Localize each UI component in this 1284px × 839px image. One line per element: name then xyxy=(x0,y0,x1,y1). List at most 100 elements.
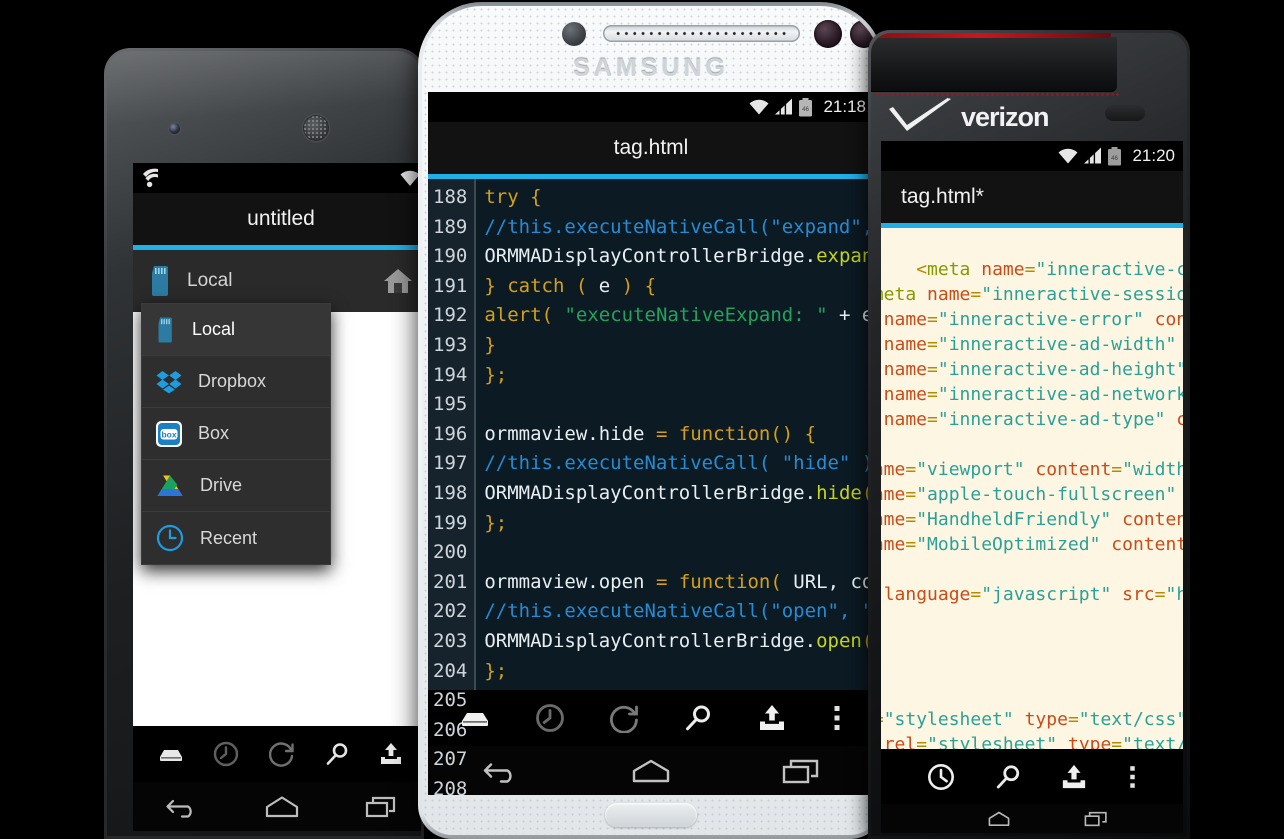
line-number: 190 xyxy=(433,245,468,268)
upload-icon[interactable] xyxy=(378,742,404,766)
dropdown-label: Box xyxy=(198,423,230,443)
right-navbar xyxy=(881,804,1183,833)
right-statusbar: 46 21:20 xyxy=(881,141,1183,171)
dropdown-item-drive[interactable]: Drive xyxy=(142,460,330,512)
undo-icon[interactable] xyxy=(535,703,565,733)
magnifier-icon[interactable] xyxy=(325,742,349,766)
home-pentagon-icon[interactable] xyxy=(629,758,673,784)
code-line: ORMMADisplayControllerBridge.expand(U xyxy=(484,245,874,268)
dropdown-label: Local xyxy=(192,319,236,339)
code-line: }; xyxy=(484,511,508,534)
earpiece-speaker-icon xyxy=(303,115,329,141)
magnifier-icon[interactable] xyxy=(684,704,712,732)
home-pentagon-icon[interactable] xyxy=(263,795,301,819)
home-icon[interactable] xyxy=(383,268,413,294)
sdcard-icon xyxy=(156,317,176,343)
phone-right-screen: 46 21:20 tag.html* > <meta name="innerac… xyxy=(881,141,1183,833)
phone-right-droid: verizon 46 21:20 tag.html* <meta name="i… xyxy=(868,30,1190,839)
center-code-editor[interactable]: 188 189 190 191 192 193 194 195 196 197 198 199 200 2… xyxy=(428,179,874,795)
left-statusbar xyxy=(133,163,421,193)
upload-icon[interactable] xyxy=(1060,764,1088,790)
verizon-brand-logo: verizon xyxy=(885,95,1091,139)
screenshot-stage: untitled Local Local Dropbox box Box Dri… xyxy=(0,0,1284,839)
dropdown-item-local[interactable]: Local xyxy=(142,304,330,356)
line-number: 197 xyxy=(433,452,468,475)
svg-text:box: box xyxy=(161,429,176,439)
code-line: a name="inneractive-ad-type" c xyxy=(883,409,1183,430)
recents-squares-icon[interactable] xyxy=(1084,810,1108,828)
line-number: 207 xyxy=(433,748,468,771)
left-titlebar: untitled xyxy=(133,193,421,245)
line-number: 193 xyxy=(433,333,468,356)
code-line: a name="inneractive-ad-network xyxy=(883,384,1183,405)
code-line: ORMMADisplayControllerBridge.hide(); xyxy=(484,481,874,504)
redo-icon[interactable] xyxy=(927,763,955,791)
redo-icon[interactable] xyxy=(268,741,295,767)
phone-center-samsung: SAMSUNG 46 21:18 tag.html 188 189 190 19… xyxy=(418,2,884,839)
magnifier-icon[interactable] xyxy=(995,764,1021,790)
code-line: t language="javascript" src="ht xyxy=(883,584,1183,605)
line-number: 194 xyxy=(433,363,468,386)
phone-left-screen: untitled Local Local Dropbox box Box Dri… xyxy=(133,163,421,831)
phone-left-nexus: untitled Local Local Dropbox box Box Dri… xyxy=(104,48,424,839)
phone-right-red-accent xyxy=(871,33,1111,38)
center-code-area[interactable]: try {//this.executeNativeCall("expand", … xyxy=(476,179,874,690)
code-line: k rel="stylesheet" type="text/ xyxy=(883,734,1183,749)
dropdown-item-dropbox[interactable]: Dropbox xyxy=(142,356,330,408)
code-line: a name="inneractive-ad-width" xyxy=(883,334,1177,355)
sdcard-icon xyxy=(149,266,173,296)
sensor-led-1-icon xyxy=(814,20,842,48)
svg-text:46: 46 xyxy=(803,107,810,113)
center-toolbar xyxy=(428,690,874,746)
dropdown-label: Drive xyxy=(200,475,243,495)
recents-squares-icon[interactable] xyxy=(782,758,820,784)
save-disk-icon[interactable] xyxy=(158,744,184,764)
center-navbar xyxy=(428,746,874,795)
upload-icon[interactable] xyxy=(757,704,787,732)
line-number: 188 xyxy=(433,186,468,208)
storage-dropdown-menu[interactable]: Local Dropbox box Box Drive Recent xyxy=(141,303,331,565)
back-arrow-icon[interactable] xyxy=(482,758,520,784)
line-number: 200 xyxy=(433,541,468,564)
kebab-menu-icon[interactable] xyxy=(832,703,842,733)
right-toolbar xyxy=(881,749,1183,804)
dropdown-item-recent[interactable]: Recent xyxy=(142,512,330,564)
redo-icon[interactable] xyxy=(609,703,640,733)
wifi-icon xyxy=(748,98,770,116)
code-line: ormmaview.hide = function() { xyxy=(484,422,817,445)
code-line: }; xyxy=(484,363,508,386)
center-line-number-gutter: 188 189 190 191 192 193 194 195 196 197 198 199 200 2… xyxy=(428,179,477,795)
center-titlebar: tag.html xyxy=(428,122,874,174)
back-arrow-icon[interactable] xyxy=(165,795,199,819)
right-page-title: tag.html* xyxy=(901,185,984,208)
code-line: } catch ( e ) { xyxy=(484,274,657,297)
line-number: 196 xyxy=(433,422,468,445)
right-code-area[interactable]: > <meta name="inneractive-c <meta name="i… xyxy=(881,228,1183,749)
right-titlebar: tag.html* xyxy=(881,171,1183,223)
svg-text:46: 46 xyxy=(1112,156,1119,162)
verizon-wordmark: verizon xyxy=(961,101,1050,132)
undo-icon[interactable] xyxy=(213,741,239,767)
save-disk-icon[interactable] xyxy=(460,707,490,729)
home-pentagon-icon[interactable] xyxy=(986,810,1012,828)
left-navbar xyxy=(133,782,421,831)
code-line: ORMMADisplayControllerBridge.open(URL xyxy=(484,629,874,652)
phone-center-screen: 46 21:18 tag.html 188 189 190 191 192 193 194 1… xyxy=(428,92,874,795)
recents-squares-icon[interactable] xyxy=(365,795,397,819)
right-code-editor[interactable]: > <meta name="inneractive-c <meta name="i… xyxy=(881,228,1183,749)
storage-selector-label: Local xyxy=(187,270,233,291)
kebab-menu-icon[interactable] xyxy=(1128,763,1137,791)
code-line: name="MobileOptimized" content= xyxy=(881,534,1183,555)
phone-right-top-strip xyxy=(871,37,1117,92)
front-camera-icon xyxy=(169,123,180,134)
dropdown-item-box[interactable]: box Box xyxy=(142,408,330,460)
hardware-home-button[interactable] xyxy=(605,803,697,827)
line-number: 201 xyxy=(433,570,468,593)
code-line: a name="inneractive-ad-height" xyxy=(883,359,1183,380)
earpiece-speaker-icon xyxy=(603,25,800,42)
